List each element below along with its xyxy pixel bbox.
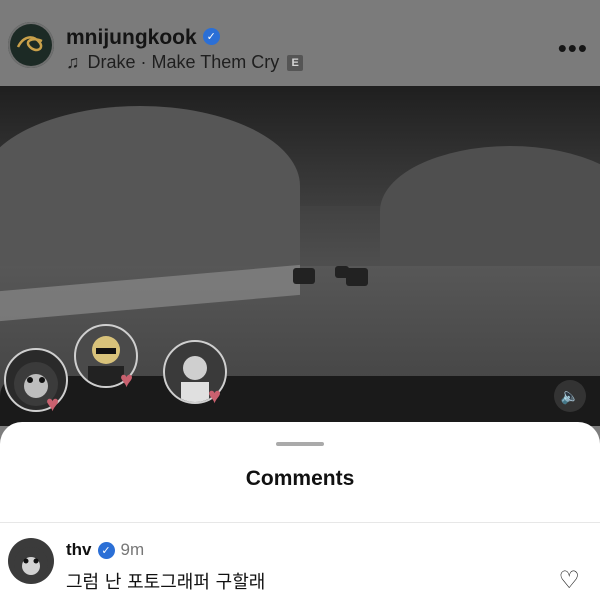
post-header: mnijungkook ✓ ♫ Drake · Make Them Cry E •… (0, 0, 600, 86)
song-title: Drake · Make Them Cry (87, 52, 280, 72)
mountain-left (0, 106, 300, 266)
comment-username[interactable]: thv ✓ 9m (66, 540, 144, 560)
commenter-avatar[interactable] (8, 538, 54, 584)
heart-icon-3: ♥ (208, 383, 222, 408)
music-note-icon: ♫ (66, 52, 80, 72)
username[interactable]: mnijungkook ✓ (66, 26, 220, 50)
speaker-icon: 🔈 (560, 388, 580, 405)
verified-badge-icon: ✓ (202, 27, 220, 45)
car-2 (346, 268, 368, 286)
verified-badge-icon: ✓ (97, 541, 115, 559)
comment-time: 9m (120, 540, 145, 559)
car-3 (335, 266, 349, 278)
comment-text: 그럼 난 포토그래퍼 구할래 (66, 572, 266, 593)
more-options-icon[interactable]: ••• (558, 33, 588, 64)
sheet-title: Comments (245, 467, 355, 490)
explicit-badge: E (287, 54, 304, 71)
heart-icon-2: ♥ (120, 367, 134, 392)
video-player[interactable]: ♥ ♥ ♥ 🔈 (0, 86, 600, 426)
audio-track[interactable]: ♫ Drake · Make Them Cry E (66, 52, 304, 73)
comments-sheet: Comments thv ✓ 9m 그럼 난 포토그래퍼 구할래 ♡ (0, 422, 600, 600)
divider (0, 522, 600, 523)
volume-button[interactable]: 🔈 (554, 380, 586, 412)
profile-avatar[interactable] (8, 22, 54, 68)
logo-icon (16, 36, 43, 52)
heart-icon-1: ♥ (46, 391, 60, 416)
username-text[interactable]: mnijungkook (66, 26, 197, 49)
like-heart-icon[interactable]: ♡ (558, 566, 580, 595)
car-1 (293, 268, 315, 284)
dog-avatar-icon (14, 547, 48, 581)
sheet-grabber[interactable] (276, 442, 324, 446)
comment-username-text[interactable]: thv (66, 540, 92, 560)
